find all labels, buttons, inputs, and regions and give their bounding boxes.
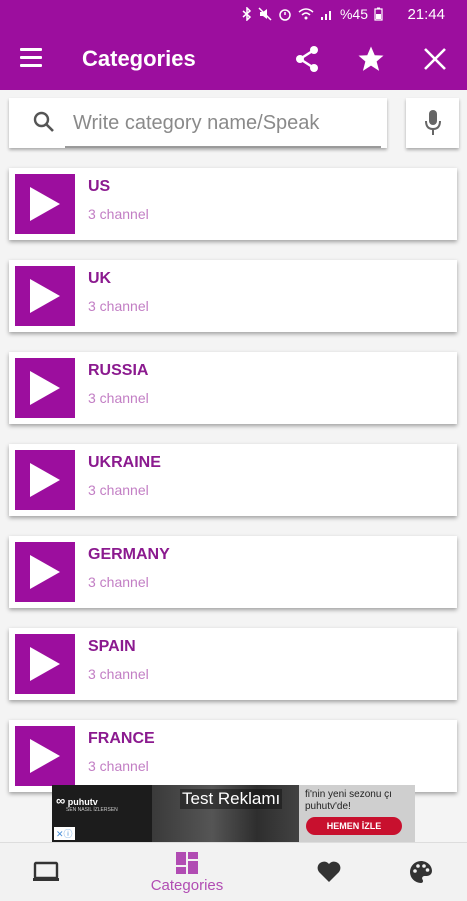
search-row: Write category name/Speak bbox=[9, 98, 459, 150]
channel-count: 3 channel bbox=[88, 206, 149, 222]
share-icon[interactable] bbox=[290, 42, 324, 76]
bottom-navigation: Categories bbox=[0, 842, 467, 901]
signal-icon bbox=[320, 11, 331, 20]
star-icon[interactable] bbox=[354, 42, 388, 76]
app-bar: Categories bbox=[0, 28, 467, 90]
alarm-icon bbox=[279, 9, 291, 21]
channel-count: 3 channel bbox=[88, 482, 149, 498]
bluetooth-icon bbox=[242, 7, 252, 21]
tv-icon bbox=[33, 861, 59, 881]
nav-theme[interactable] bbox=[393, 843, 449, 901]
channel-count: 3 channel bbox=[88, 390, 149, 406]
ad-banner[interactable]: ∞ puhutv SEN NASIL İZLERSEN fi'nin yeni … bbox=[52, 785, 415, 842]
category-name: FRANCE bbox=[88, 730, 155, 747]
palette-icon bbox=[410, 861, 432, 883]
ad-right-panel: fi'nin yeni sezonu çı puhutv'de! HEMEN İ… bbox=[299, 785, 415, 842]
nav-categories-label: Categories bbox=[150, 876, 224, 894]
category-card[interactable]: UKRAINE 3 channel bbox=[9, 444, 457, 516]
play-icon bbox=[15, 358, 75, 418]
category-list: US 3 channel UK 3 channel RUSSIA 3 chann… bbox=[9, 168, 459, 812]
ad-brand: ∞ puhutv bbox=[56, 793, 98, 808]
nav-tv[interactable] bbox=[18, 843, 74, 901]
play-icon bbox=[15, 726, 75, 786]
play-icon bbox=[15, 542, 75, 602]
play-icon bbox=[15, 634, 75, 694]
category-name: SPAIN bbox=[88, 638, 136, 655]
microphone-icon bbox=[424, 110, 441, 135]
page-title: Categories bbox=[82, 46, 196, 71]
close-icon[interactable] bbox=[418, 42, 452, 76]
clock: 21:44 bbox=[407, 6, 445, 23]
category-card[interactable]: UK 3 channel bbox=[9, 260, 457, 332]
category-name: US bbox=[88, 178, 111, 195]
category-name: RUSSIA bbox=[88, 362, 149, 379]
category-card[interactable]: US 3 channel bbox=[9, 168, 457, 240]
category-name: UK bbox=[88, 270, 112, 287]
category-name: UKRAINE bbox=[88, 454, 161, 471]
category-card[interactable]: RUSSIA 3 channel bbox=[9, 352, 457, 424]
category-card[interactable]: SPAIN 3 channel bbox=[9, 628, 457, 700]
mute-icon bbox=[258, 7, 272, 21]
wifi-icon bbox=[298, 8, 314, 20]
heart-icon bbox=[317, 861, 341, 882]
microphone-button[interactable] bbox=[406, 98, 459, 148]
hamburger-menu-icon[interactable] bbox=[20, 48, 42, 68]
ad-promo-text: fi'nin yeni sezonu çı puhutv'de! bbox=[305, 789, 392, 812]
category-card[interactable]: FRANCE 3 channel bbox=[9, 720, 457, 792]
nav-categories[interactable]: Categories bbox=[130, 843, 244, 901]
nav-favorites[interactable] bbox=[301, 843, 357, 901]
battery-icon bbox=[374, 7, 383, 21]
ad-cta-button[interactable]: HEMEN İZLE bbox=[306, 817, 402, 835]
play-icon bbox=[15, 174, 75, 234]
search-input[interactable]: Write category name/Speak bbox=[9, 98, 387, 148]
search-icon bbox=[33, 111, 54, 132]
category-card[interactable]: GERMANY 3 channel bbox=[9, 536, 457, 608]
ad-info-close-icon[interactable]: ✕ⓘ bbox=[54, 827, 75, 840]
channel-count: 3 channel bbox=[88, 758, 149, 774]
search-placeholder: Write category name/Speak bbox=[73, 112, 320, 134]
channel-count: 3 channel bbox=[88, 666, 149, 682]
ad-tagline: SEN NASIL İZLERSEN bbox=[66, 807, 118, 813]
play-icon bbox=[15, 450, 75, 510]
status-icons: %45 bbox=[242, 6, 383, 22]
search-underline bbox=[65, 146, 381, 148]
channel-count: 3 channel bbox=[88, 298, 149, 314]
play-icon bbox=[15, 266, 75, 326]
channel-count: 3 channel bbox=[88, 574, 149, 590]
categories-icon bbox=[176, 851, 198, 874]
category-name: GERMANY bbox=[88, 546, 170, 563]
status-bar: %45 21:44 bbox=[0, 0, 467, 28]
ad-label: Test Reklamı bbox=[180, 789, 283, 809]
battery-percent: %45 bbox=[339, 6, 368, 22]
